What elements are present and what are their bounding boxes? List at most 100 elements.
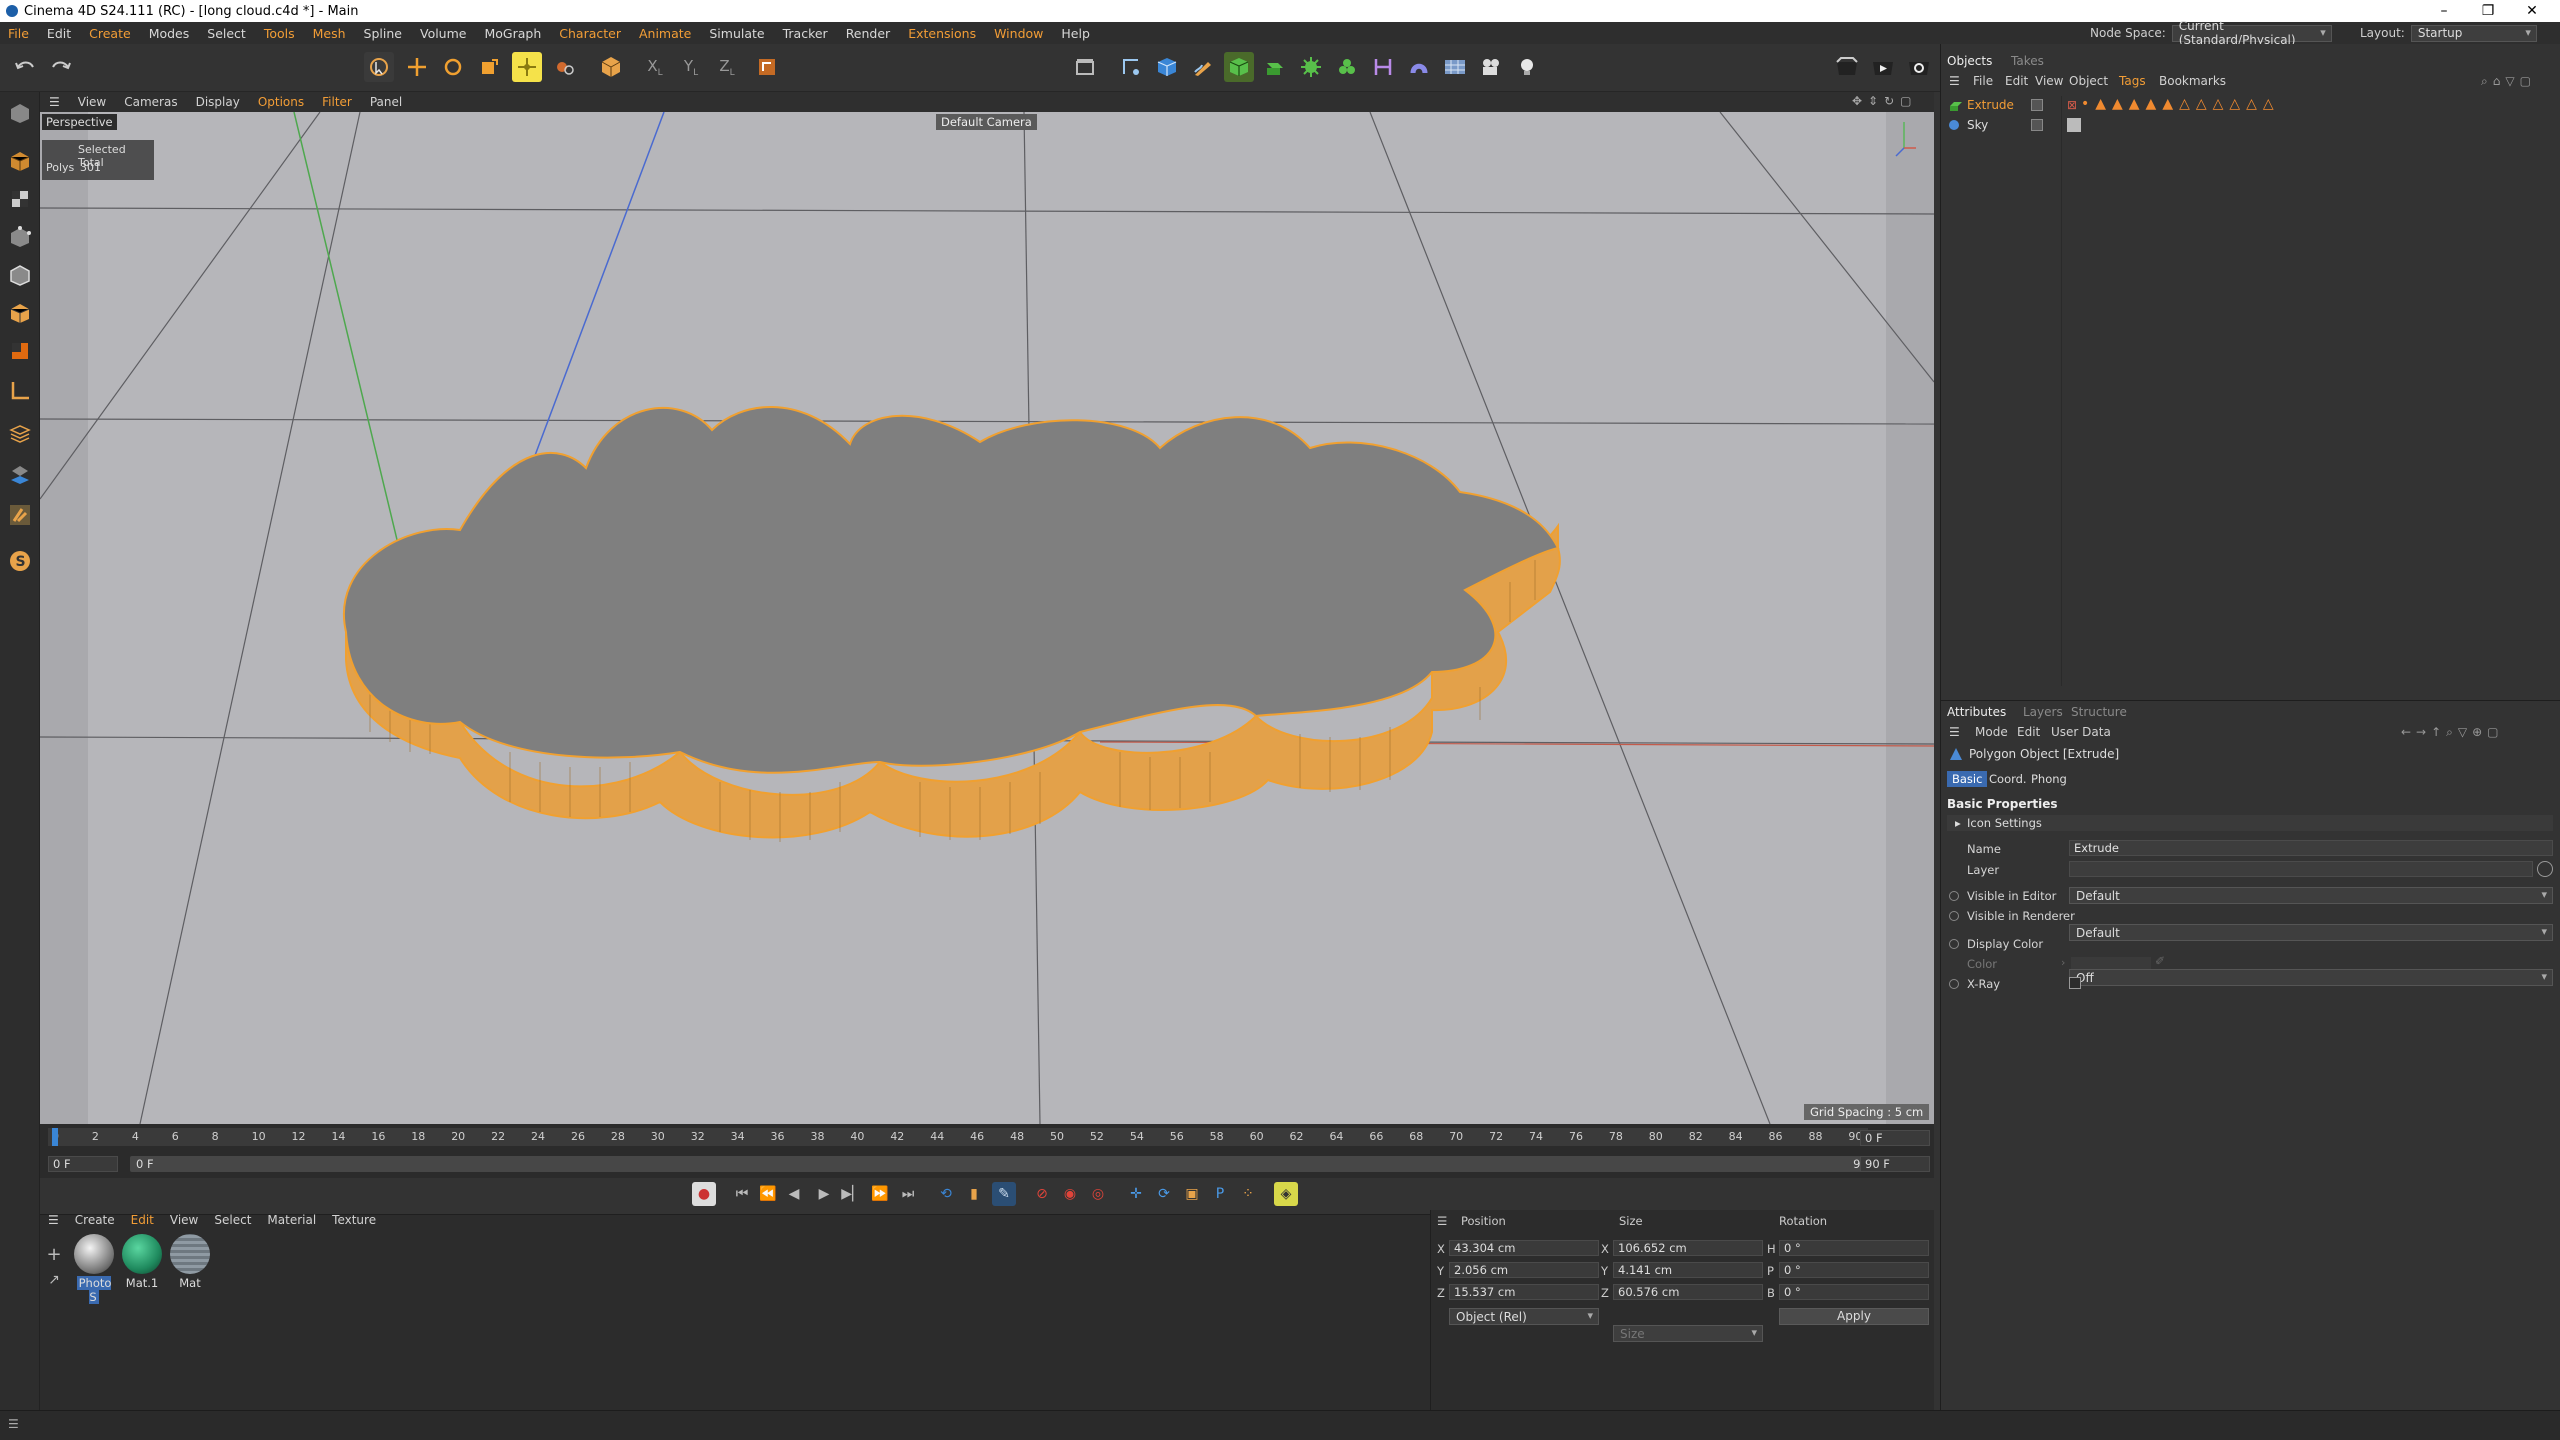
spline-pen-icon[interactable] <box>1116 52 1146 82</box>
menu-extensions[interactable]: Extensions <box>899 26 985 41</box>
color-swatch[interactable] <box>2071 957 2151 969</box>
render-region-icon[interactable] <box>1832 52 1862 82</box>
subtab-coord[interactable]: Coord. <box>1989 772 2027 786</box>
menu-select[interactable]: Select <box>198 26 255 41</box>
layer-field[interactable] <box>2069 861 2533 877</box>
material-hamburger-icon[interactable]: ☰ <box>40 1213 67 1227</box>
object-row-extrude[interactable]: Extrude ⊠ •▲▲▲▲▲△△△△△△ <box>1941 96 2560 116</box>
key-param-icon[interactable]: P <box>1208 1182 1232 1206</box>
size-y-field[interactable]: 4.141 cm <box>1613 1262 1763 1278</box>
keyframe-mode-icon[interactable]: ▮ <box>962 1182 986 1206</box>
menu-help[interactable]: Help <box>1052 26 1099 41</box>
key-pla-icon[interactable]: ⁘ <box>1236 1182 1260 1206</box>
current-frame-field[interactable]: 0 F <box>1860 1130 1930 1146</box>
menu-spline[interactable]: Spline <box>355 26 411 41</box>
material-menu-texture[interactable]: Texture <box>324 1213 384 1227</box>
preview-range-bar[interactable]: 0 F 90 F <box>130 1156 1884 1172</box>
object-menu-bookmarks[interactable]: Bookmarks <box>2159 74 2226 88</box>
field-icon[interactable] <box>1404 52 1434 82</box>
end-frame-field[interactable]: 90 F <box>1860 1156 1930 1172</box>
material-swatch-mat[interactable]: Mat <box>168 1234 212 1290</box>
attributes-nav-icons[interactable]: ←→↑⌕▽⊕▢ <box>2401 725 2504 740</box>
visible-renderer-anim-icon[interactable] <box>1949 911 1959 921</box>
xray-checkbox[interactable] <box>2069 977 2081 989</box>
subtab-basic[interactable]: Basic <box>1947 771 1988 787</box>
position-z-field[interactable]: 15.537 cm <box>1449 1284 1599 1300</box>
menu-window[interactable]: Window <box>985 26 1052 41</box>
subdivision-generator-icon[interactable] <box>1224 52 1254 82</box>
next-frame-icon[interactable]: ▶▏ <box>840 1182 864 1206</box>
display-color-select[interactable]: Off <box>2069 969 2553 986</box>
visible-renderer-select[interactable]: Default <box>2069 924 2553 941</box>
snapping-icon[interactable] <box>4 418 36 448</box>
object-menu-edit[interactable]: Edit <box>2005 74 2028 88</box>
timeline-ruler[interactable]: 0246810121416182022242628303234363840424… <box>48 1128 1868 1146</box>
redo-icon[interactable] <box>46 52 76 82</box>
viewport-nav-icons[interactable]: ✥⇕↻▢ <box>1852 94 1932 110</box>
3d-viewport[interactable] <box>40 112 1934 1124</box>
polygons-mode-icon[interactable] <box>4 298 36 328</box>
object-edit-mode-icon[interactable] <box>4 146 36 176</box>
snap-settings-icon[interactable]: S <box>4 546 36 576</box>
default-camera-label[interactable]: Default Camera <box>936 114 1037 130</box>
timeline-window-icon[interactable]: ◈ <box>1274 1182 1298 1206</box>
layer-picker-icon[interactable] <box>2537 861 2553 877</box>
menu-character[interactable]: Character <box>550 26 630 41</box>
edges-mode-icon[interactable] <box>4 260 36 290</box>
menu-mesh[interactable]: Mesh <box>304 26 355 41</box>
coord-hamburger-icon[interactable]: ☰ <box>1437 1214 1447 1228</box>
autokeying-icon[interactable]: ◉ <box>1058 1182 1082 1206</box>
menu-volume[interactable]: Volume <box>411 26 476 41</box>
rotation-b-field[interactable]: 0 ° <box>1779 1284 1929 1300</box>
tab-objects[interactable]: Objects <box>1947 54 1992 68</box>
workplane-icon[interactable] <box>4 376 36 406</box>
model-mode-icon[interactable] <box>4 98 36 128</box>
position-x-field[interactable]: 43.304 cm <box>1449 1240 1599 1256</box>
coordinate-system-icon[interactable] <box>752 52 782 82</box>
prev-key-icon[interactable]: ⏪ <box>756 1182 780 1206</box>
size-x-field[interactable]: 106.652 cm <box>1613 1240 1763 1256</box>
camera-object-icon[interactable] <box>1476 52 1506 82</box>
undo-icon[interactable] <box>10 52 40 82</box>
cloner-icon[interactable] <box>1296 52 1326 82</box>
visible-editor-anim-icon[interactable] <box>1949 891 1959 901</box>
play-icon[interactable]: ▶ <box>812 1182 836 1206</box>
material-menu-create[interactable]: Create <box>67 1213 123 1227</box>
prev-frame-icon[interactable]: ◀ <box>782 1182 806 1206</box>
go-to-end-icon[interactable]: ⏭ <box>896 1182 920 1206</box>
points-mode-icon[interactable] <box>4 222 36 252</box>
object-manager-toolbar-icons[interactable]: ⌕⌂▽▢ <box>2481 74 2536 89</box>
material-menu-view[interactable]: View <box>162 1213 206 1227</box>
scale-tool-icon[interactable] <box>474 52 504 82</box>
keyframe-selection-icon[interactable]: ◎ <box>1086 1182 1110 1206</box>
loop-icon[interactable]: ⟲ <box>934 1182 958 1206</box>
cube-primitive-icon[interactable] <box>1152 52 1182 82</box>
tab-layers[interactable]: Layers <box>2023 705 2063 719</box>
y-axis-lock-icon[interactable]: YL <box>676 52 706 82</box>
rotation-h-field[interactable]: 0 ° <box>1779 1240 1929 1256</box>
attributes-hamburger-icon[interactable]: ☰ <box>1949 725 1960 739</box>
key-rotation-icon[interactable]: ⟳ <box>1152 1182 1176 1206</box>
viewport-hamburger-icon[interactable]: ☰ <box>40 95 69 109</box>
menu-file[interactable]: File <box>0 26 38 41</box>
material-menu-material[interactable]: Material <box>259 1213 324 1227</box>
viewport-menu-view[interactable]: View <box>69 95 115 109</box>
key-position-icon[interactable]: ✛ <box>1124 1182 1148 1206</box>
coord-mode-select[interactable]: Object (Rel) <box>1449 1308 1599 1325</box>
name-field[interactable]: Extrude <box>2069 840 2553 856</box>
menu-render[interactable]: Render <box>837 26 900 41</box>
size-mode-select[interactable]: Size <box>1613 1325 1763 1342</box>
layout-select[interactable]: Startup <box>2410 24 2537 42</box>
mograph-cloner-icon[interactable] <box>1332 52 1362 82</box>
key-scale-icon[interactable]: ▣ <box>1180 1182 1204 1206</box>
icon-settings-group[interactable]: ▸ Icon Settings <box>1947 815 2553 831</box>
attributes-menu-edit[interactable]: Edit <box>2017 725 2040 739</box>
apply-button[interactable]: Apply <box>1779 1308 1929 1325</box>
extrude-generator-icon[interactable] <box>1260 52 1290 82</box>
live-selection-icon[interactable] <box>364 52 394 82</box>
attributes-menu-user-data[interactable]: User Data <box>2051 725 2111 739</box>
status-menu-icon[interactable]: ☰ <box>8 1417 19 1431</box>
rotate-tool-icon[interactable] <box>438 52 468 82</box>
z-axis-lock-icon[interactable]: ZL <box>712 52 742 82</box>
menu-mograph[interactable]: MoGraph <box>475 26 550 41</box>
